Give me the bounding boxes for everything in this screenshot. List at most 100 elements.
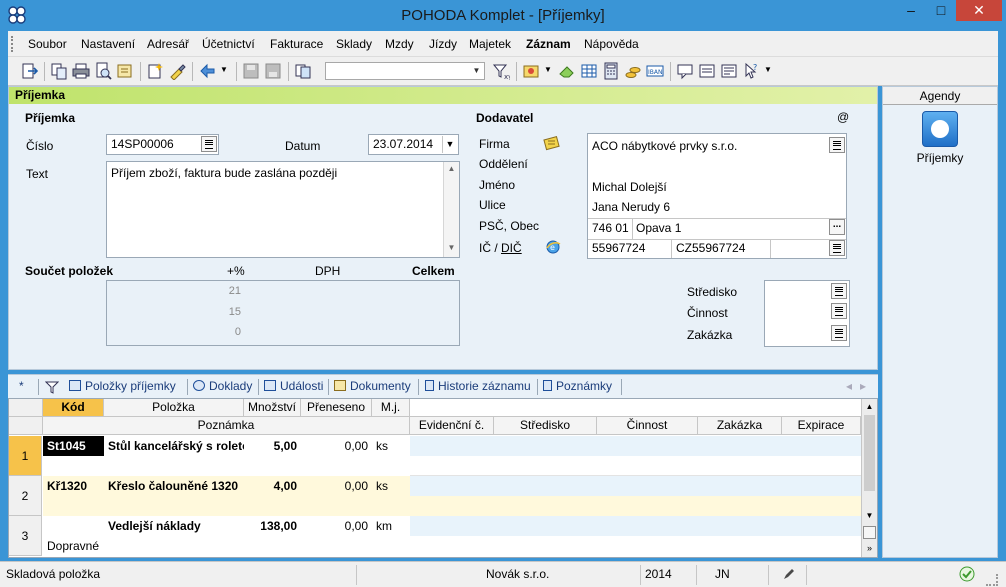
new-row-icon[interactable]: * [19,379,24,393]
coins-icon[interactable] [624,62,642,80]
grid-menu-button[interactable] [863,526,876,539]
menu-jizdy[interactable]: Jízdy [429,37,457,51]
tab-filter-icon[interactable] [45,381,59,394]
menu-nastaveni[interactable]: Nastavení [81,37,135,51]
email-at-icon[interactable]: @ [837,110,849,124]
help-pointer-icon[interactable]: ? [742,62,760,80]
tab-poznamky[interactable]: Poznámky [543,379,612,393]
minimize-button[interactable]: – [896,0,926,21]
dic-list-button[interactable] [829,240,845,256]
row2-extra-strip[interactable] [410,476,861,496]
tab-scroll-left-icon[interactable]: ◂ [846,379,852,393]
menu-mzdy[interactable]: Mzdy [385,37,414,51]
row3-preneseno[interactable]: 0,00 [301,516,372,536]
row1-mnozstvi[interactable]: 5,00 [244,436,301,456]
signature-pen-icon[interactable] [782,567,796,581]
back-arrow-icon[interactable] [198,62,216,80]
text-scrollbar[interactable]: ▲ ▼ [443,162,459,257]
print-icon[interactable] [72,62,90,80]
row3-extra-strip[interactable] [410,516,861,536]
col-cinnost[interactable]: Činnost [597,417,698,435]
row-number-2[interactable]: 2 [9,476,42,516]
row3-polozka[interactable]: Vedlejší náklady [108,516,244,536]
row2-mnozstvi[interactable]: 4,00 [244,476,301,496]
col-mnozstvi[interactable]: Množství [244,399,301,417]
text-area[interactable]: Příjem zboží, faktura bude zaslána pozdě… [106,161,460,258]
row3-poznamka[interactable]: Dopravné [47,536,410,556]
duplicate-icon[interactable] [294,62,312,80]
filter-icon[interactable]: xy [492,62,510,80]
obec-select-button[interactable]: ... [829,219,845,235]
eraser-icon[interactable] [558,62,576,80]
row2-polozka[interactable]: Křeslo čalouněné 1320 [108,476,244,496]
scroll-up-icon[interactable]: ▲ [863,400,876,413]
col-evidencni[interactable]: Evidenční č. [410,417,494,435]
menu-zaznam[interactable]: Záznam [526,37,571,51]
filter-combo[interactable]: ▼ [325,62,485,80]
menu-adresar[interactable]: Adresář [147,37,189,51]
col-preneseno[interactable]: Přeneseno [301,399,372,417]
col-poznamka[interactable]: Poznámka [43,417,410,435]
row3-mnozstvi[interactable]: 138,00 [244,516,301,536]
reports-icon[interactable] [116,62,134,80]
edit-brush-icon[interactable] [168,62,186,80]
calendar-dropdown-icon[interactable]: ▼ [442,136,457,153]
address-book-icon[interactable] [543,135,561,151]
row1-kod[interactable]: St1045 [43,436,104,456]
tab-udalosti[interactable]: Události [264,379,323,393]
col-stredisko[interactable]: Středisko [494,417,597,435]
form-icon[interactable] [698,62,716,80]
document-icon[interactable] [720,62,738,80]
comment-icon[interactable] [676,62,694,80]
row1-mj[interactable]: ks [376,436,410,456]
cislo-list-button[interactable] [201,136,217,152]
copy-icon[interactable] [50,62,68,80]
col-expirace[interactable]: Expirace [782,417,861,435]
dic-link[interactable]: DIČ [501,241,522,255]
menu-majetek[interactable]: Majetek [469,37,511,51]
menu-ucetnictvi[interactable]: Účetnictví [202,37,255,51]
grid-scrollbar[interactable]: ▲ ▼ » [861,399,877,557]
scroll-down-icon[interactable]: ▼ [863,509,876,522]
print-preview-icon[interactable] [94,62,112,80]
scroll-end-icon[interactable]: » [863,542,876,555]
row1-polozka[interactable]: Stůl kancelářský s roleto [108,436,244,456]
menu-sklady[interactable]: Sklady [336,37,372,51]
menu-soubor[interactable]: Soubor [28,37,67,51]
menu-grip[interactable] [11,36,14,52]
col-zakazka[interactable]: Zakázka [698,417,782,435]
row3-kod[interactable] [47,516,104,536]
row-number-3[interactable]: 3 [9,516,42,556]
new-record-icon[interactable] [146,62,164,80]
agenda-icon[interactable] [522,62,540,80]
col-mj[interactable]: M.j. [372,399,410,417]
close-button[interactable]: ✕ [956,0,1002,21]
chevron-down-icon[interactable]: ▼ [470,64,483,78]
col-polozka[interactable]: Položka [104,399,244,417]
dodavatel-box[interactable]: ACO nábytkové prvky s.r.o. Michal Dolejš… [587,133,847,259]
tab-dokumenty[interactable]: Dokumenty [334,379,411,393]
zakazka-list-button[interactable] [831,325,847,341]
cinnost-list-button[interactable] [831,303,847,319]
row-number-1[interactable]: 1 [9,436,42,476]
ok-check-icon[interactable] [959,566,975,582]
prijemky-agenda-icon[interactable] [922,111,958,147]
resize-grip[interactable] [986,574,998,586]
calculator-icon[interactable] [602,62,620,80]
table-icon[interactable] [580,62,598,80]
tab-historie[interactable]: Historie záznamu [425,379,531,393]
row2-poznamka[interactable] [43,496,410,516]
row2-preneseno[interactable]: 0,00 [301,476,372,496]
internet-explorer-icon[interactable]: e [545,239,561,255]
back-dropdown-icon[interactable]: ▼ [220,65,228,74]
row2-kod[interactable]: Kř1320 [47,476,104,496]
col-kod[interactable]: Kód [43,399,104,417]
scroll-thumb[interactable] [864,415,875,491]
row1-preneseno[interactable]: 0,00 [301,436,372,456]
firma-list-button[interactable] [829,137,845,153]
menu-fakturace[interactable]: Fakturace [270,37,323,51]
tab-polozky[interactable]: Položky příjemky [69,379,176,393]
agenda-dropdown-icon[interactable]: ▼ [544,65,552,74]
menu-napoveda[interactable]: Nápověda [584,37,639,51]
tab-doklady[interactable]: Doklady [193,379,252,393]
